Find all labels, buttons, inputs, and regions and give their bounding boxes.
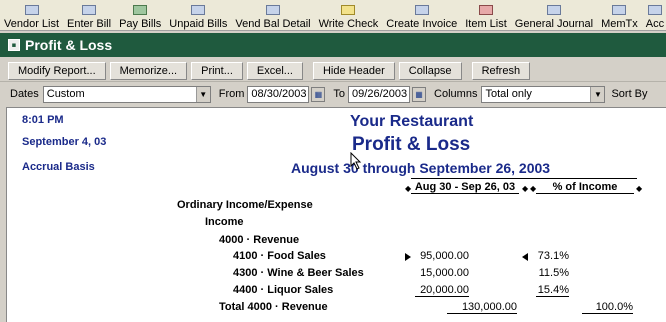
wine-beer-percent[interactable]: 11.5%	[527, 267, 569, 279]
from-date-input[interactable]: 08/30/2003	[247, 85, 310, 103]
print-button[interactable]: Print...	[191, 61, 243, 80]
from-date-value: 08/30/2003	[251, 88, 307, 100]
report-button-bar: Modify Report... Memorize... Print... Ex…	[0, 60, 666, 82]
food-sales-percent[interactable]: 73.1%	[527, 250, 569, 262]
arrow-right-icon	[405, 253, 411, 261]
refresh-button[interactable]: Refresh	[471, 61, 531, 80]
toolbar-enter-bill[interactable]: Enter Bill	[63, 0, 115, 30]
columns-value: Total only	[485, 88, 532, 100]
column-resize-diamond[interactable]: ◆	[636, 184, 642, 193]
row-total-revenue-label[interactable]: Total 4000 · Revenue	[219, 301, 328, 313]
vendor-list-icon	[24, 5, 39, 15]
columns-label: Columns	[434, 88, 478, 100]
quickbooks-window: Vendor List Enter Bill Pay Bills Unpaid …	[0, 0, 666, 322]
column-resize-diamond[interactable]: ◆	[522, 184, 528, 193]
toolbar-unpaid-bills[interactable]: Unpaid Bills	[165, 0, 231, 30]
toolbar-pay-bills[interactable]: Pay Bills	[115, 0, 165, 30]
report-body: 8:01 PM September 4, 03 Accrual Basis Yo…	[6, 107, 666, 322]
header-top-rule	[411, 178, 637, 179]
toolbar-label: Item List	[465, 18, 507, 30]
toolbar-item-list[interactable]: Item List	[461, 0, 511, 30]
dates-select[interactable]: Custom ▼	[42, 85, 211, 103]
row-food-sales-label[interactable]: 4100 · Food Sales	[233, 250, 326, 262]
toolbar-label: Vend Bal Detail	[235, 18, 311, 30]
toolbar-label: Vendor List	[4, 18, 60, 30]
liquor-percent[interactable]: 15.4%	[536, 284, 569, 297]
liquor-amount[interactable]: 20,000.00	[415, 284, 469, 297]
wine-beer-amount[interactable]: 15,000.00	[415, 267, 469, 279]
collapse-button[interactable]: Collapse	[398, 61, 462, 80]
toolbar-vendor-list[interactable]: Vendor List	[0, 0, 63, 30]
acc-icon	[647, 5, 662, 15]
columns-select[interactable]: Total only ▼	[481, 85, 606, 103]
modify-report-button[interactable]: Modify Report...	[8, 61, 106, 80]
toolbar-label: Unpaid Bills	[169, 18, 228, 30]
vend-bal-detail-icon	[265, 5, 280, 15]
row-wine-beer-label[interactable]: 4300 · Wine & Beer Sales	[233, 267, 364, 279]
item-list-icon	[479, 5, 493, 15]
row-liquor-label[interactable]: 4400 · Liquor Sales	[233, 284, 333, 296]
toolbar-label: General Journal	[514, 18, 594, 30]
to-date-input[interactable]: 09/26/2003	[348, 85, 411, 103]
general-journal-icon	[546, 5, 561, 15]
company-name: Your Restaurant	[350, 113, 474, 130]
chevron-down-icon[interactable]: ▼	[195, 86, 210, 102]
window-title: Profit & Loss	[25, 37, 113, 53]
toolbar-general-journal[interactable]: General Journal	[511, 0, 597, 30]
toolbar-label: Write Check	[318, 18, 379, 30]
row-ordinary-income[interactable]: Ordinary Income/Expense	[177, 199, 313, 211]
unpaid-bills-icon	[191, 5, 206, 15]
toolbar-label: Enter Bill	[67, 18, 112, 30]
dates-value: Custom	[46, 88, 85, 100]
create-invoice-icon	[414, 5, 429, 15]
toolbar-acc[interactable]: Acc	[642, 0, 666, 30]
row-income[interactable]: Income	[205, 216, 244, 228]
memorize-button[interactable]: Memorize...	[109, 61, 188, 80]
toolbar-label: Create Invoice	[386, 18, 458, 30]
toolbar-label: Acc	[645, 18, 665, 30]
food-sales-amount[interactable]: 95,000.00	[415, 250, 469, 262]
chevron-down-icon[interactable]: ▼	[590, 86, 605, 102]
column-header-amount[interactable]: Aug 30 - Sep 26, 03	[411, 181, 519, 194]
total-revenue-percent[interactable]: 100.0%	[582, 301, 633, 314]
toolbar-label: MemTx	[601, 18, 638, 30]
pay-bills-icon	[133, 5, 148, 15]
report-time: 8:01 PM	[22, 114, 64, 126]
window-title-bar[interactable]: ▪ Profit & Loss	[0, 33, 666, 57]
to-date-value: 09/26/2003	[352, 88, 408, 100]
enter-bill-icon	[82, 5, 97, 15]
toolbar-write-check[interactable]: Write Check	[315, 0, 383, 30]
mouse-cursor-icon	[350, 152, 362, 170]
memtx-icon	[612, 5, 627, 15]
report-basis: Accrual Basis	[22, 161, 95, 173]
excel-button[interactable]: Excel...	[246, 61, 303, 80]
from-label: From	[218, 88, 245, 100]
report-period: August 30 through September 26, 2003	[291, 160, 551, 176]
toolbar-create-invoice[interactable]: Create Invoice	[382, 0, 461, 30]
toolbar-vend-bal-detail[interactable]: Vend Bal Detail	[231, 0, 314, 30]
calendar-icon[interactable]: ▦	[412, 86, 427, 102]
write-check-icon	[341, 5, 356, 15]
hide-header-button[interactable]: Hide Header	[312, 61, 395, 80]
toolbar-memtx[interactable]: MemTx	[597, 0, 642, 30]
row-revenue[interactable]: 4000 · Revenue	[219, 234, 299, 246]
window-icon[interactable]: ▪	[8, 39, 20, 51]
column-header-percent[interactable]: % of Income	[536, 181, 634, 194]
toolbar-label: Pay Bills	[119, 18, 162, 30]
sort-by-label: Sort By	[611, 88, 648, 100]
calendar-icon[interactable]: ▦	[311, 86, 326, 102]
report-filter-bar: Dates Custom ▼ From 08/30/2003 ▦ To 09/2…	[0, 83, 666, 105]
icon-toolbar: Vendor List Enter Bill Pay Bills Unpaid …	[0, 0, 666, 31]
to-label: To	[333, 88, 346, 100]
report-title: Profit & Loss	[352, 134, 471, 155]
dates-label: Dates	[10, 88, 39, 100]
report-date: September 4, 03	[22, 136, 107, 148]
total-revenue-amount[interactable]: 130,000.00	[447, 301, 517, 314]
